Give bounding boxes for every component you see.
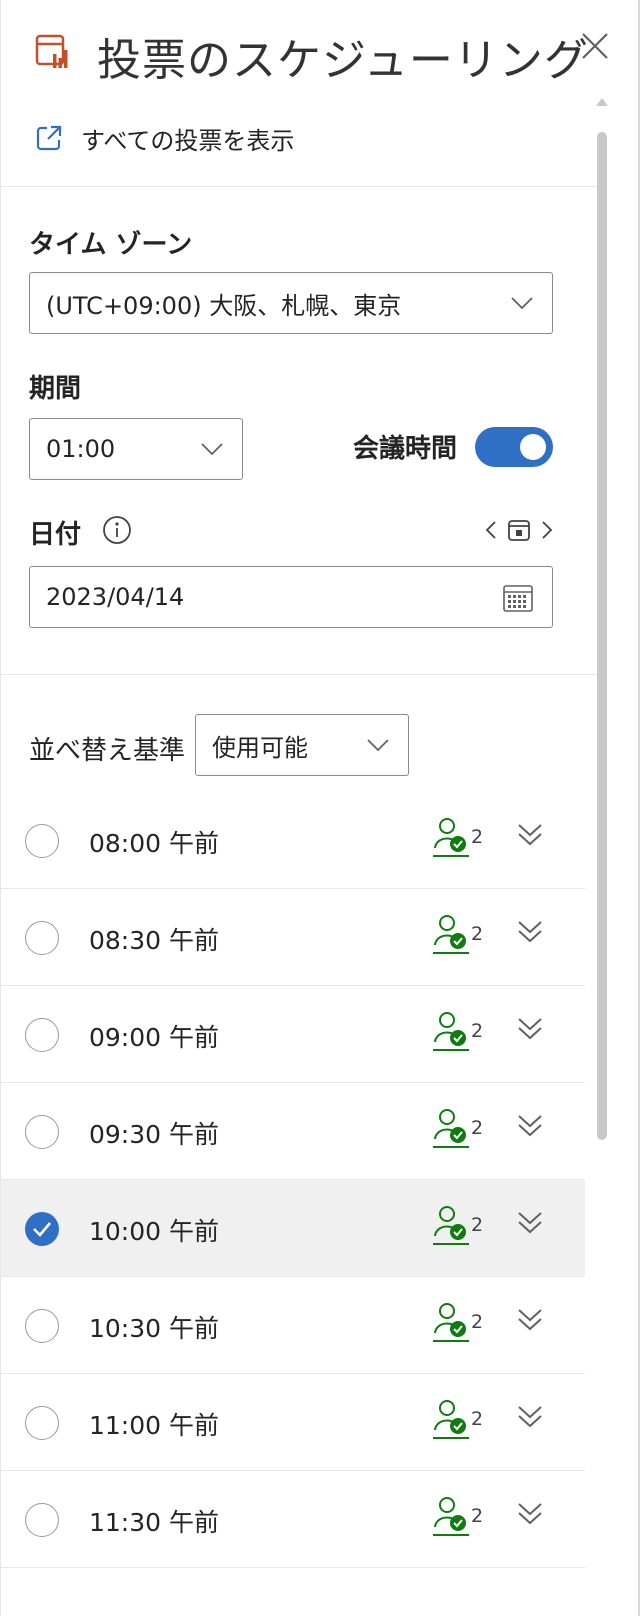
slot-time: 10:00 午前: [89, 1217, 219, 1246]
chevron-down-icon: [511, 297, 533, 310]
meeting-time-label: 会議時間: [353, 434, 458, 464]
double-chevron-down-icon[interactable]: [515, 820, 545, 850]
slot-time: 11:00 午前: [89, 1411, 219, 1440]
timezone-value: (UTC+09:00) 大阪、札幌、東京: [46, 291, 402, 320]
toggle-knob: [520, 434, 546, 460]
time-slot-row[interactable]: 10:30 午前 2: [1, 1277, 585, 1374]
duration-label: 期間: [29, 374, 82, 404]
available-count: 2: [471, 923, 484, 945]
sort-by-select[interactable]: 使用可能: [195, 714, 409, 776]
chevron-down-icon: [367, 739, 389, 752]
attendee-available-icon: [433, 915, 469, 954]
time-slot-row[interactable]: 11:00 午前 2: [1, 1374, 585, 1471]
double-chevron-down-icon[interactable]: [515, 1499, 545, 1529]
time-slot-list: 08:00 午前 2 08:30 午前 2 09:00 午前 2 09:30 午…: [1, 792, 585, 1568]
slot-time: 09:30 午前: [89, 1120, 219, 1149]
attendee-available-icon: [433, 1012, 469, 1051]
available-count: 2: [471, 1214, 484, 1236]
calendar-icon[interactable]: [502, 583, 534, 613]
attendee-available-icon: [433, 818, 469, 857]
time-slot-row[interactable]: 11:30 午前 2: [1, 1471, 585, 1568]
timezone-select[interactable]: (UTC+09:00) 大阪、札幌、東京: [29, 272, 553, 334]
checkmark-icon: [33, 1222, 51, 1237]
attendee-available-icon: [433, 1109, 469, 1148]
double-chevron-down-icon[interactable]: [515, 1305, 545, 1335]
duration-value: 01:00: [46, 435, 116, 463]
page-title: 投票のスケジューリング: [97, 35, 589, 86]
attendee-available-icon: [433, 1497, 469, 1536]
slot-time: 10:30 午前: [89, 1314, 219, 1343]
double-chevron-down-icon[interactable]: [515, 1208, 545, 1238]
close-icon[interactable]: [577, 28, 613, 64]
double-chevron-down-icon[interactable]: [515, 1014, 545, 1044]
poll-calendar-icon: [35, 34, 68, 68]
chevron-left-icon: [485, 521, 496, 539]
time-slot-row[interactable]: 09:30 午前 2: [1, 1083, 585, 1180]
next-date-button[interactable]: [537, 516, 557, 544]
slot-time: 11:30 午前: [89, 1508, 219, 1537]
previous-date-button[interactable]: [481, 516, 501, 544]
slot-time: 09:00 午前: [89, 1023, 219, 1052]
date-field[interactable]: 2023/04/14: [29, 566, 553, 628]
double-chevron-down-icon[interactable]: [515, 917, 545, 947]
time-slot-row[interactable]: 08:30 午前 2: [1, 889, 585, 986]
double-chevron-down-icon[interactable]: [515, 1402, 545, 1432]
attendee-available-icon: [433, 1206, 469, 1245]
slot-radio[interactable]: [25, 1406, 59, 1440]
slot-radio[interactable]: [25, 1503, 59, 1537]
open-external-icon: [36, 125, 62, 151]
divider: [1, 186, 597, 187]
available-count: 2: [471, 1311, 484, 1333]
double-chevron-down-icon[interactable]: [515, 1111, 545, 1141]
attendee-available-icon: [433, 1400, 469, 1439]
slot-radio[interactable]: [25, 824, 59, 858]
slot-radio[interactable]: [25, 921, 59, 955]
scheduling-poll-panel: 投票のスケジューリング すべての投票を表示 タイム ゾーン (UTC+09:00…: [0, 0, 640, 1616]
available-count: 2: [471, 1020, 484, 1042]
sort-by-value: 使用可能: [212, 733, 308, 762]
slot-time: 08:30 午前: [89, 926, 219, 955]
available-count: 2: [471, 1117, 484, 1139]
slot-radio[interactable]: [25, 1018, 59, 1052]
available-count: 2: [471, 826, 484, 848]
view-all-polls-link[interactable]: すべての投票を表示: [35, 122, 295, 155]
date-label: 日付: [29, 520, 82, 550]
chevron-right-icon: [542, 521, 553, 539]
time-slot-row-selected[interactable]: 10:00 午前 2: [1, 1180, 585, 1277]
slot-radio-checked[interactable]: [25, 1212, 59, 1246]
time-slot-row[interactable]: 09:00 午前 2: [1, 986, 585, 1083]
attendee-available-icon: [433, 1303, 469, 1342]
duration-select[interactable]: 01:00: [29, 418, 243, 480]
available-count: 2: [471, 1408, 484, 1430]
available-count: 2: [471, 1505, 484, 1527]
today-calendar-icon[interactable]: [505, 516, 533, 544]
info-icon[interactable]: [101, 514, 133, 546]
slot-radio[interactable]: [25, 1309, 59, 1343]
meeting-time-toggle[interactable]: [475, 427, 553, 467]
view-all-polls-label: すべての投票を表示: [81, 126, 295, 155]
timezone-label: タイム ゾーン: [29, 230, 193, 260]
chevron-down-icon: [201, 443, 223, 456]
divider: [1, 674, 597, 675]
time-slot-row[interactable]: 08:00 午前 2: [1, 792, 585, 889]
scroll-up-arrow-icon[interactable]: [595, 96, 609, 108]
date-navigation: [481, 514, 557, 546]
date-value: 2023/04/14: [46, 583, 185, 611]
sort-by-label: 並べ替え基準: [29, 736, 186, 766]
scrollbar-thumb[interactable]: [597, 132, 607, 1140]
slot-time: 08:00 午前: [89, 829, 219, 858]
panel-header: 投票のスケジューリング: [1, 0, 621, 110]
slot-radio[interactable]: [25, 1115, 59, 1149]
